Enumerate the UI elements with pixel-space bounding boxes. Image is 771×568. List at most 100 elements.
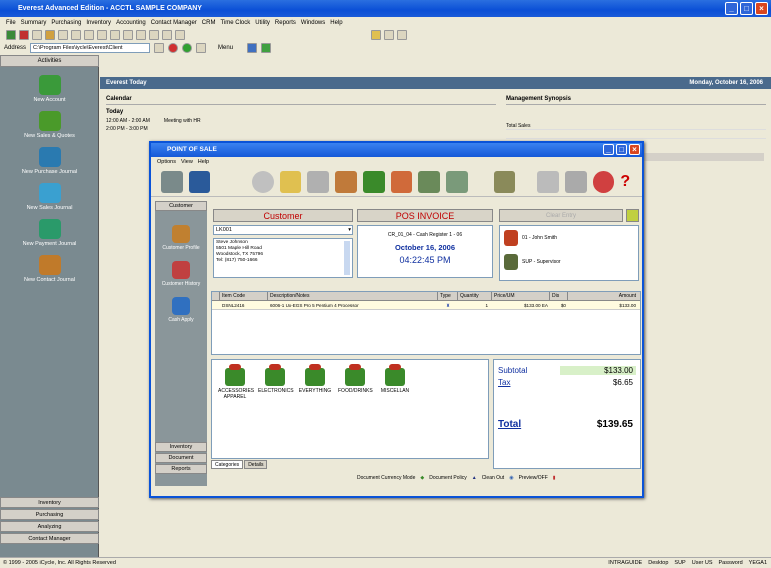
menu-dropdown[interactable]: Menu <box>218 45 233 51</box>
find-icon[interactable] <box>136 29 146 40</box>
pos-menu-item[interactable]: View <box>181 159 193 165</box>
pos-section-document[interactable]: Document <box>155 453 207 463</box>
category-item[interactable]: ELECTRONICS <box>258 364 294 394</box>
menu-item[interactable]: Windows <box>301 20 325 26</box>
customer-button[interactable]: Customer <box>213 209 353 222</box>
menu-item[interactable]: File <box>6 20 16 26</box>
appointment-row[interactable]: 12:00 AM - 2:00 AM Meeting with HR <box>106 118 496 124</box>
category-item[interactable]: FOOD/DRINKS <box>338 364 373 394</box>
salesperson-row[interactable]: 01 - John Smith <box>504 230 634 246</box>
total-link[interactable]: Total <box>498 419 521 430</box>
address-scrollbar[interactable] <box>344 241 350 275</box>
print-icon[interactable] <box>71 29 81 40</box>
pos-menu-item[interactable]: Options <box>157 159 176 165</box>
close-button[interactable]: × <box>755 2 768 15</box>
pointer-help-icon[interactable]: ? <box>620 171 642 193</box>
pos-minimize-button[interactable]: _ <box>603 144 614 155</box>
lock-icon[interactable] <box>564 170 587 193</box>
customer-profile-icon[interactable] <box>172 225 190 243</box>
tools-icon[interactable] <box>493 170 516 193</box>
doc-currency-mode[interactable]: Document Currency Mode <box>357 475 415 481</box>
grid-col-code[interactable]: Item Code <box>220 292 268 300</box>
menu-item[interactable]: Time Clock <box>220 20 250 26</box>
menu-item[interactable]: Summary <box>21 20 47 26</box>
help-icon[interactable] <box>397 29 407 40</box>
back-icon[interactable] <box>6 29 16 40</box>
pos-menu-item[interactable]: Help <box>198 159 209 165</box>
menu-item[interactable]: Purchasing <box>51 20 81 26</box>
preview-off[interactable]: Preview/OFF <box>519 475 548 481</box>
save-icon[interactable] <box>188 170 211 193</box>
sidebar-item[interactable]: New Payment Journal <box>0 219 99 247</box>
sidebar-item[interactable]: New Purchase Journal <box>0 147 99 175</box>
sidebar-item[interactable]: New Sales & Quotes <box>0 111 99 139</box>
cart-icon[interactable] <box>390 170 413 193</box>
sidebar-header[interactable]: Activities <box>0 55 99 67</box>
menu-item[interactable]: Reports <box>275 20 296 26</box>
cash-apply-icon[interactable] <box>172 297 190 315</box>
tasks-icon[interactable] <box>162 29 172 40</box>
new-icon[interactable] <box>32 29 42 40</box>
window-icon[interactable] <box>247 42 258 53</box>
stop-icon[interactable] <box>168 42 179 53</box>
customer-history-label[interactable]: Customer History <box>155 281 207 287</box>
menu-item[interactable]: Accounting <box>116 20 146 26</box>
sidebar-bottom-analyzing[interactable]: Analyzing <box>0 521 99 532</box>
folder-icon[interactable] <box>279 170 302 193</box>
pos-section-inventory[interactable]: Inventory <box>155 442 207 452</box>
supervisor-row[interactable]: SUP - Supervisor <box>504 254 634 270</box>
sidebar-item[interactable]: New Account <box>0 75 99 103</box>
chart-icon[interactable] <box>384 29 394 40</box>
pos-section-reports[interactable]: Reports <box>155 464 207 474</box>
calendar-icon[interactable] <box>149 29 159 40</box>
printer-icon[interactable] <box>537 170 559 193</box>
grid-col-dis[interactable]: Dis <box>550 292 568 300</box>
menu-item[interactable]: Inventory <box>86 20 111 26</box>
tab-categories[interactable]: Categories <box>211 460 244 469</box>
menu-item[interactable]: Help <box>330 20 342 26</box>
sidebar-bottom-contact-manager[interactable]: Contact Manager <box>0 533 99 544</box>
forward-icon[interactable] <box>19 29 29 40</box>
report-icon[interactable] <box>371 29 381 40</box>
minimize-button[interactable]: _ <box>725 2 738 15</box>
category-item[interactable]: EVERYTHING <box>298 364 332 394</box>
grid-col-price[interactable]: Price/UM <box>492 292 550 300</box>
customer-profile-label[interactable]: Customer Profile <box>155 245 207 251</box>
appointment-row[interactable]: 2:00 PM - 3:00 PM <box>106 126 496 132</box>
grid-col-desc[interactable]: Description/Notes <box>268 292 438 300</box>
table-row[interactable]: DSNL2416 6006-1 Ux-EGS Pro 5 Pentium 4 P… <box>212 301 640 310</box>
copy-icon[interactable] <box>110 29 120 40</box>
trash-icon[interactable] <box>161 170 183 193</box>
list-icon[interactable] <box>307 170 330 193</box>
paste-icon[interactable] <box>123 29 133 40</box>
menu-item[interactable]: CRM <box>202 20 216 26</box>
refresh-icon[interactable] <box>182 42 193 53</box>
pos-maximize-button[interactable]: □ <box>616 144 627 155</box>
tab-details[interactable]: Details <box>244 460 268 469</box>
help-circle-icon[interactable] <box>592 170 615 193</box>
category-item[interactable]: MISCELLAN <box>378 364 412 394</box>
save-icon[interactable] <box>58 29 68 40</box>
category-item[interactable]: ACCESSORIES APPAREL <box>218 364 254 400</box>
menu-item[interactable]: Utility <box>255 20 270 26</box>
grid-col-type[interactable]: Type <box>438 292 458 300</box>
menu-item[interactable]: Contact Manager <box>151 20 197 26</box>
sidebar-item[interactable]: New Contact Journal <box>0 255 99 283</box>
sidebar-bottom-inventory[interactable]: Inventory <box>0 497 99 508</box>
person-icon[interactable] <box>335 170 357 193</box>
pos-close-button[interactable]: × <box>629 144 640 155</box>
grid-col-qty[interactable]: Quantity <box>458 292 492 300</box>
sidebar-bottom-purchasing[interactable]: Purchasing <box>0 509 99 520</box>
search-icon[interactable] <box>252 170 274 193</box>
go-icon[interactable] <box>154 42 165 53</box>
layout-icon[interactable] <box>261 42 272 53</box>
doc-policy[interactable]: Document Policy <box>429 475 467 481</box>
refresh-icon[interactable] <box>626 209 639 222</box>
pos-section-customer[interactable]: Customer <box>155 201 207 211</box>
register-icon[interactable] <box>418 170 441 193</box>
items-icon[interactable] <box>362 170 385 193</box>
clean-out[interactable]: Clean Out <box>482 475 505 481</box>
sidebar-item[interactable]: New Sales Journal <box>0 183 99 211</box>
open-icon[interactable] <box>45 29 55 40</box>
customer-select[interactable]: LK001 ▾ <box>213 225 353 235</box>
